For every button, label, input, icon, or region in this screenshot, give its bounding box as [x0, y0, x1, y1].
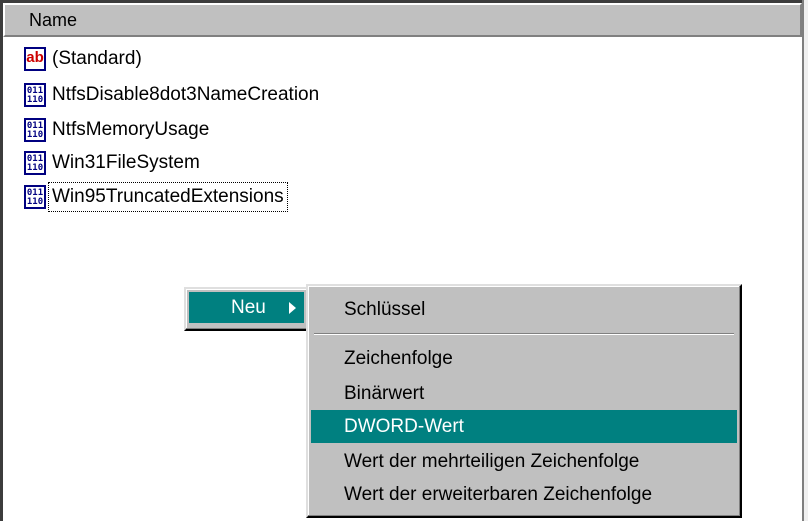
- list-item[interactable]: 011 110 NtfsDisable8dot3NameCreation: [24, 80, 322, 110]
- string-value-icon: ab: [24, 47, 46, 71]
- menu-item-multi-string-label: Wert der mehrteiligen Zeichenfolge: [344, 450, 640, 472]
- menu-item-new-label: Neu: [231, 296, 266, 318]
- menu-item-multi-string-value[interactable]: Wert der mehrteiligen Zeichenfolge: [311, 446, 737, 477]
- menu-separator: [314, 333, 734, 335]
- binary-value-icon: 011 110: [24, 185, 46, 209]
- list-item-label: (Standard): [52, 48, 142, 69]
- menu-item-string-label: Zeichenfolge: [344, 347, 453, 369]
- list-item[interactable]: ab (Standard): [24, 44, 145, 74]
- menu-item-expandable-string-value[interactable]: Wert der erweiterbaren Zeichenfolge: [311, 479, 737, 510]
- binary-value-icon: 011 110: [24, 118, 46, 142]
- menu-item-dword-label: DWORD-Wert: [344, 415, 464, 437]
- menu-item-key[interactable]: Schlüssel: [311, 294, 737, 325]
- list-frame-right: [802, 0, 808, 521]
- menu-item-dword-value[interactable]: DWORD-Wert: [311, 410, 737, 443]
- list-item-label: Win31FileSystem: [52, 152, 200, 173]
- new-submenu: Schlüssel Zeichenfolge Binärwert DWORD-W…: [306, 284, 742, 518]
- list-item[interactable]: 011 110 Win31FileSystem: [24, 148, 203, 178]
- menu-item-key-label: Schlüssel: [344, 298, 426, 320]
- list-item[interactable]: 011 110 Win95TruncatedExtensions: [24, 182, 288, 212]
- list-item-label: NtfsMemoryUsage: [52, 119, 210, 140]
- column-header-name[interactable]: Name: [3, 3, 802, 37]
- list-item-label: Win95TruncatedExtensions: [48, 182, 288, 212]
- column-header-label: Name: [29, 10, 78, 30]
- list-item-label: NtfsDisable8dot3NameCreation: [52, 84, 320, 105]
- list-item[interactable]: 011 110 NtfsMemoryUsage: [24, 115, 212, 145]
- menu-item-binary-label: Binärwert: [344, 382, 425, 404]
- binary-value-icon: 011 110: [24, 83, 46, 107]
- menu-item-string-value[interactable]: Zeichenfolge: [311, 343, 737, 374]
- binary-value-icon: 011 110: [24, 151, 46, 175]
- context-menu: Neu: [184, 287, 309, 331]
- list-frame-left: [0, 0, 3, 521]
- menu-item-binary-value[interactable]: Binärwert: [311, 378, 737, 409]
- menu-item-expandable-string-label: Wert der erweiterbaren Zeichenfolge: [344, 483, 653, 505]
- menu-item-new[interactable]: Neu: [189, 292, 304, 323]
- submenu-arrow-icon: [289, 302, 296, 314]
